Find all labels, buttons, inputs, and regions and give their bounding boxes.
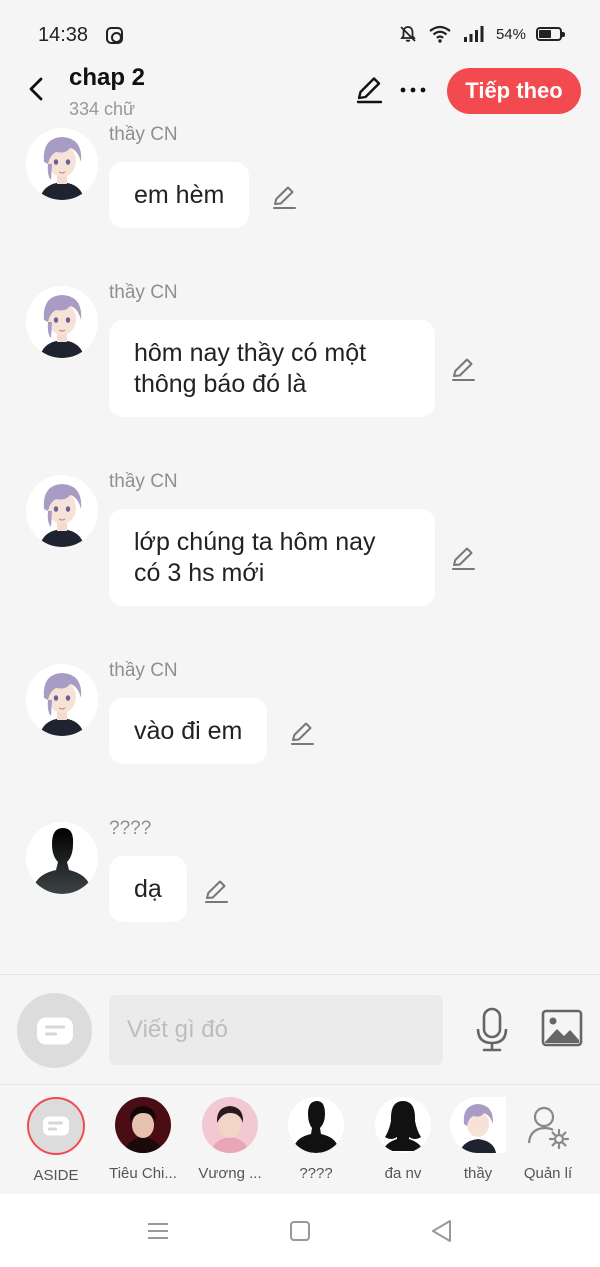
character-item[interactable]: ???? xyxy=(276,1097,356,1182)
silhouette-avatar[interactable] xyxy=(26,822,98,894)
aside-toggle-button[interactable] xyxy=(17,993,92,1068)
back-triangle-icon[interactable] xyxy=(429,1218,455,1244)
character-name: ASIDE xyxy=(33,1167,79,1184)
character-avatar xyxy=(450,1097,506,1153)
message-bubble[interactable]: dạ xyxy=(109,856,187,922)
edit-message-pencil-icon[interactable] xyxy=(449,544,477,572)
message-bubble[interactable]: hôm nay thầy có một thông báo đó là xyxy=(109,320,435,417)
aside-avatar xyxy=(27,1097,85,1155)
character-bar: ASIDE Tiêu Chi... Vương ... ???? đa nv t… xyxy=(0,1084,600,1194)
male-portrait-avatar-icon xyxy=(115,1097,171,1153)
battery-percent: 54% xyxy=(495,25,526,43)
character-avatar xyxy=(115,1097,171,1153)
battery-icon xyxy=(536,27,565,41)
teacher-avatar[interactable] xyxy=(26,475,98,547)
edit-message-pencil-icon[interactable] xyxy=(288,719,316,747)
character-name: Tiêu Chi... xyxy=(109,1165,177,1182)
back-arrow-icon[interactable] xyxy=(22,74,52,104)
character-item[interactable]: thầy xyxy=(438,1097,518,1182)
message-list: thầy CN em hèm thầy CN hôm nay thầy có m… xyxy=(0,124,600,974)
sender-name: thầy CN xyxy=(109,282,178,303)
character-name: Vương ... xyxy=(198,1165,262,1182)
edit-message-pencil-icon[interactable] xyxy=(449,355,477,383)
instagram-icon xyxy=(106,27,123,44)
teacher-avatar[interactable] xyxy=(26,286,98,358)
pencil-icon[interactable] xyxy=(354,75,384,105)
person-silhouette-icon xyxy=(26,822,98,894)
image-icon[interactable] xyxy=(541,1009,583,1047)
character-item[interactable]: đa nv xyxy=(363,1097,443,1182)
next-button[interactable]: Tiếp theo xyxy=(447,68,581,114)
character-name: đa nv xyxy=(384,1165,422,1182)
teacher-avatar[interactable] xyxy=(26,664,98,736)
female-silhouette-icon xyxy=(375,1097,431,1153)
anime-boy-avatar-icon xyxy=(26,286,98,358)
character-name: ???? xyxy=(299,1165,333,1182)
home-icon[interactable] xyxy=(287,1218,313,1244)
chapter-title: chap 2 xyxy=(69,64,146,91)
character-item[interactable]: Vương ... xyxy=(190,1097,270,1182)
character-avatar xyxy=(288,1097,344,1153)
status-icons: 54% xyxy=(398,24,565,44)
signal-icon xyxy=(463,26,484,42)
chat-bubble-icon xyxy=(36,1017,73,1044)
message-bubble[interactable]: lớp chúng ta hôm nay có 3 hs mới xyxy=(109,509,435,606)
anime-boy-avatar-icon xyxy=(26,664,98,736)
chapter-header: chap 2 334 chữ Tiếp theo xyxy=(0,62,600,124)
word-count: 334 chữ xyxy=(69,99,136,119)
status-time: 14:38 xyxy=(38,24,89,46)
character-name: thầy xyxy=(463,1165,493,1182)
character-avatar xyxy=(375,1097,431,1153)
wifi-icon xyxy=(429,25,451,43)
chat-bubble-icon xyxy=(43,1116,69,1136)
sender-name: thầy CN xyxy=(109,471,178,492)
manage-characters-button[interactable]: Quản lí xyxy=(508,1097,588,1182)
character-name: Quản lí xyxy=(523,1165,573,1182)
male-portrait-avatar-icon xyxy=(202,1097,258,1153)
character-avatar xyxy=(202,1097,258,1153)
person-silhouette-icon xyxy=(288,1097,344,1153)
edit-message-pencil-icon[interactable] xyxy=(202,877,230,905)
sender-name: thầy CN xyxy=(109,124,178,145)
system-navigation-bar xyxy=(0,1194,600,1267)
edit-message-pencil-icon[interactable] xyxy=(270,183,298,211)
teacher-avatar[interactable] xyxy=(26,128,98,200)
menu-icon[interactable] xyxy=(145,1218,171,1244)
message-bubble[interactable]: vào đi em xyxy=(109,698,268,764)
more-icon[interactable] xyxy=(398,75,428,105)
sender-name: thầy CN xyxy=(109,660,178,681)
anime-boy-avatar-icon xyxy=(450,1097,506,1153)
message-bubble[interactable]: em hèm xyxy=(109,162,250,228)
character-item-aside[interactable]: ASIDE xyxy=(16,1097,96,1184)
sender-name: ???? xyxy=(109,818,152,839)
anime-boy-avatar-icon xyxy=(26,475,98,547)
message-input[interactable] xyxy=(109,995,443,1065)
anime-boy-avatar-icon xyxy=(26,128,98,200)
user-settings-icon xyxy=(527,1106,570,1150)
compose-bar xyxy=(0,974,600,1084)
microphone-icon[interactable] xyxy=(473,1007,511,1053)
muted-bell-icon xyxy=(400,26,416,42)
character-item[interactable]: Tiêu Chi... xyxy=(103,1097,183,1182)
